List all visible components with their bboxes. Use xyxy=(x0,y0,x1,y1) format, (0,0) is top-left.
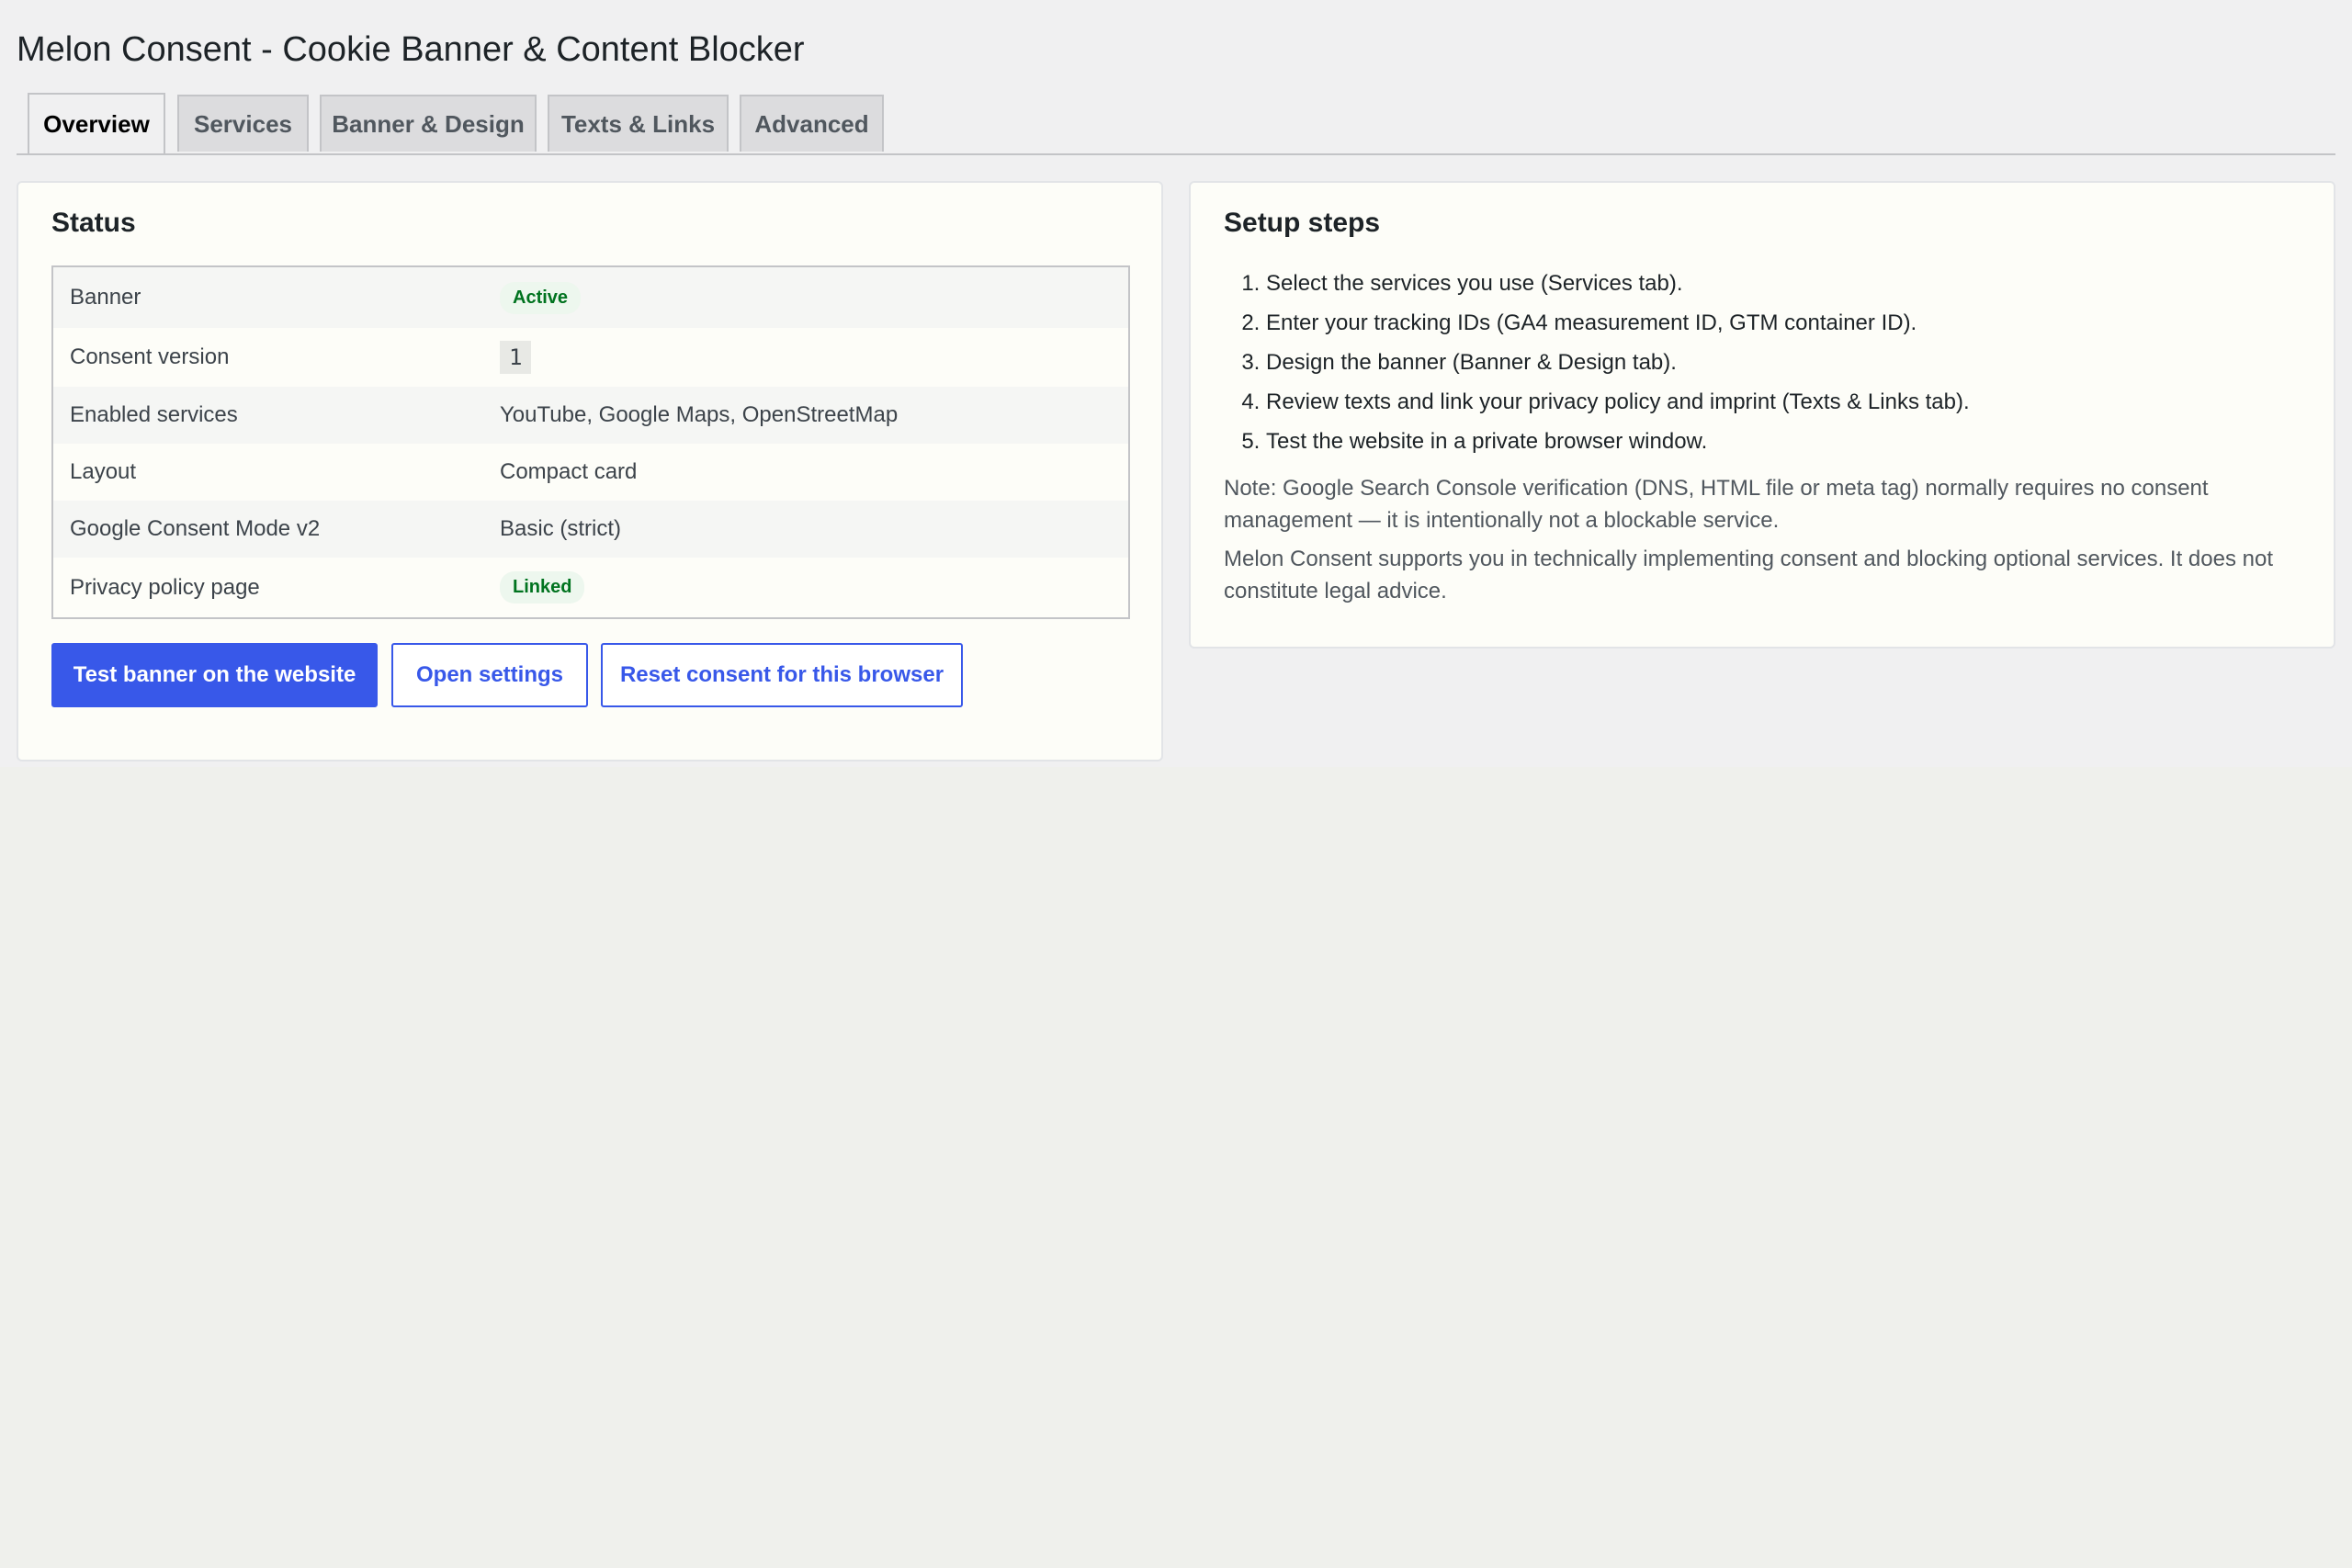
table-row: Privacy policy page Linked xyxy=(53,558,1128,617)
consent-version-value: 1 xyxy=(500,341,532,374)
consent-mode-value: Basic (strict) xyxy=(500,516,621,541)
setup-steps-panel: Setup steps Select the services you use … xyxy=(1189,181,2335,649)
list-item: Design the banner (Banner & Design tab). xyxy=(1266,343,2332,382)
status-badge-active: Active xyxy=(500,281,582,314)
row-label: Consent version xyxy=(70,344,230,369)
tab-bar: Overview Services Banner & Design Texts … xyxy=(17,93,2335,155)
test-banner-button[interactable]: Test banner on the website xyxy=(51,643,378,707)
row-label: Layout xyxy=(70,459,137,484)
reset-consent-button[interactable]: Reset consent for this browser xyxy=(601,643,963,707)
row-label: Privacy policy page xyxy=(70,574,260,600)
enabled-services-value: YouTube, Google Maps, OpenStreetMap xyxy=(500,402,899,427)
status-table: Banner Active Consent version 1 Enabled … xyxy=(51,265,1130,619)
table-row: Consent version 1 xyxy=(53,328,1128,387)
tab-texts-links[interactable]: Texts & Links xyxy=(548,95,729,152)
app-window: Melon Consent - Cookie Banner & Content … xyxy=(0,0,2352,1568)
table-row: Banner Active xyxy=(53,267,1128,328)
table-row: Google Consent Mode v2 Basic (strict) xyxy=(53,501,1128,558)
list-item: Enter your tracking IDs (GA4 measurement… xyxy=(1266,303,2332,343)
search-console-note: Note: Google Search Console verification… xyxy=(1224,476,2209,533)
legal-note: Melon Consent supports you in technicall… xyxy=(1224,547,2273,604)
table-row: Enabled services YouTube, Google Maps, O… xyxy=(53,387,1128,444)
row-label: Google Consent Mode v2 xyxy=(70,516,321,541)
status-heading: Status xyxy=(51,208,136,238)
tab-banner-design[interactable]: Banner & Design xyxy=(320,95,537,152)
setup-steps-list: Select the services you use (Services ta… xyxy=(1224,264,2332,461)
table-row: Layout Compact card xyxy=(53,444,1128,501)
list-item: Select the services you use (Services ta… xyxy=(1266,264,2332,303)
row-label: Banner xyxy=(70,285,141,310)
layout-value: Compact card xyxy=(500,459,638,484)
list-item: Review texts and link your privacy polic… xyxy=(1266,382,2332,422)
tab-services[interactable]: Services xyxy=(177,95,309,152)
setup-steps-heading: Setup steps xyxy=(1224,208,1381,238)
open-settings-button[interactable]: Open settings xyxy=(391,643,588,707)
status-badge-linked: Linked xyxy=(500,571,585,604)
tab-advanced[interactable]: Advanced xyxy=(740,95,884,152)
tab-overview[interactable]: Overview xyxy=(28,93,165,153)
page-background xyxy=(0,767,2352,1568)
page-title: Melon Consent - Cookie Banner & Content … xyxy=(17,30,805,69)
row-label: Enabled services xyxy=(70,402,238,427)
list-item: Test the website in a private browser wi… xyxy=(1266,422,2332,461)
status-panel: Status Banner Active Consent version 1 E… xyxy=(17,181,1163,761)
